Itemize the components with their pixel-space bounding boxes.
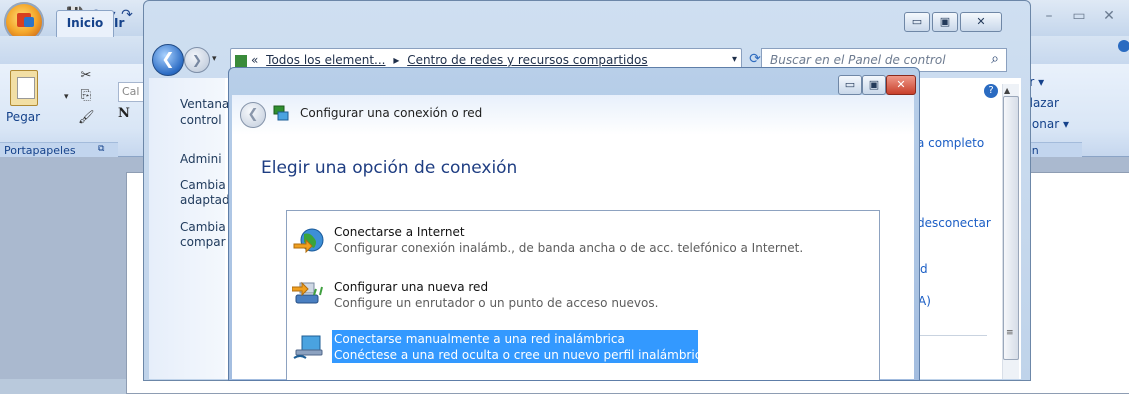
left-link-6[interactable]: compar: [180, 234, 234, 250]
format-painter-icon[interactable]: 🖌: [78, 110, 95, 126]
scroll-up-icon[interactable]: ▲: [1004, 86, 1010, 95]
control-panel-icon: [235, 54, 247, 67]
dialog-restore-button[interactable]: ▣: [862, 75, 886, 95]
left-link-2[interactable]: Admini: [180, 151, 234, 167]
breadcrumb-network-center[interactable]: Centro de redes y recursos compartidos: [407, 53, 647, 67]
breadcrumb-all-items[interactable]: Todos los element...: [266, 53, 385, 67]
breadcrumb-separator: ▸: [393, 53, 400, 67]
option-internet-title[interactable]: Conectarse a Internet: [334, 225, 465, 239]
left-link-5[interactable]: Cambia: [180, 219, 234, 235]
option-new-network-title[interactable]: Configurar una nueva red: [334, 280, 488, 294]
history-dropdown-icon[interactable]: ▾: [212, 54, 217, 64]
cp-close-button[interactable]: ✕: [960, 12, 1002, 32]
word-minimize-button[interactable]: –: [1034, 8, 1064, 24]
breadcrumb-overflow[interactable]: «: [251, 53, 258, 67]
divider: [917, 335, 987, 336]
paste-button-label[interactable]: Pegar: [6, 110, 40, 124]
network-setup-icon: [273, 105, 289, 121]
dialog-launcher-icon[interactable]: ⧉: [98, 144, 104, 154]
word-window-controls: – ▭ ✕: [1034, 8, 1124, 24]
cp-scroll-thumb[interactable]: [1003, 96, 1019, 360]
office-logo-icon: [17, 13, 34, 27]
dialog-close-button[interactable]: ✕: [886, 75, 916, 95]
cp-restore-button[interactable]: ▣: [932, 12, 958, 32]
left-link-3[interactable]: Cambia: [180, 177, 234, 193]
option-manual-wireless-description[interactable]: Conéctese a una red oculta o cree un nue…: [334, 348, 712, 362]
dialog-title: Configurar una conexión o red: [300, 106, 483, 120]
scroll-grip-icon: ≡: [1006, 328, 1014, 338]
option-new-network-description[interactable]: Configure un enrutador o un punto de acc…: [334, 296, 658, 310]
option-internet-description[interactable]: Configurar conexión inalámb., de banda a…: [334, 241, 803, 255]
right-link-1[interactable]: desconectar: [917, 216, 991, 230]
wireless-network-icon: [293, 335, 323, 359]
right-link-0[interactable]: a completo: [917, 136, 984, 150]
dialog-minimize-button[interactable]: ▭: [838, 75, 862, 95]
word-close-button[interactable]: ✕: [1094, 8, 1124, 24]
paste-icon[interactable]: [10, 70, 38, 106]
dialog-heading: Elegir una opción de conexión: [261, 158, 518, 178]
word-restore-button[interactable]: ▭: [1064, 8, 1094, 24]
cut-icon[interactable]: ✂: [78, 68, 94, 84]
left-link-4[interactable]: adaptad: [180, 192, 234, 208]
help-icon[interactable]: ?: [984, 84, 998, 98]
forward-button[interactable]: ❯: [184, 47, 210, 73]
tab-inicio[interactable]: Inicio: [56, 10, 114, 37]
paste-dropdown-icon[interactable]: ▾: [64, 92, 69, 102]
tab-insertar[interactable]: Ir: [114, 16, 124, 30]
cp-minimize-button[interactable]: ▭: [904, 12, 930, 32]
search-icon[interactable]: ⌕: [984, 48, 1006, 70]
bold-button[interactable]: N: [118, 106, 140, 124]
right-link-2[interactable]: d: [920, 262, 928, 276]
globe-icon: [293, 228, 324, 254]
copy-icon[interactable]: ⎘: [78, 88, 94, 104]
router-icon: [292, 281, 323, 304]
option-manual-wireless-title[interactable]: Conectarse manualmente a una red inalámb…: [334, 332, 625, 346]
left-link-0[interactable]: Ventana: [180, 96, 234, 112]
left-link-1[interactable]: control: [180, 112, 234, 128]
back-button[interactable]: ❮: [152, 44, 184, 76]
help-icon[interactable]: [1118, 40, 1129, 52]
dialog-back-button[interactable]: ❮: [240, 102, 266, 128]
